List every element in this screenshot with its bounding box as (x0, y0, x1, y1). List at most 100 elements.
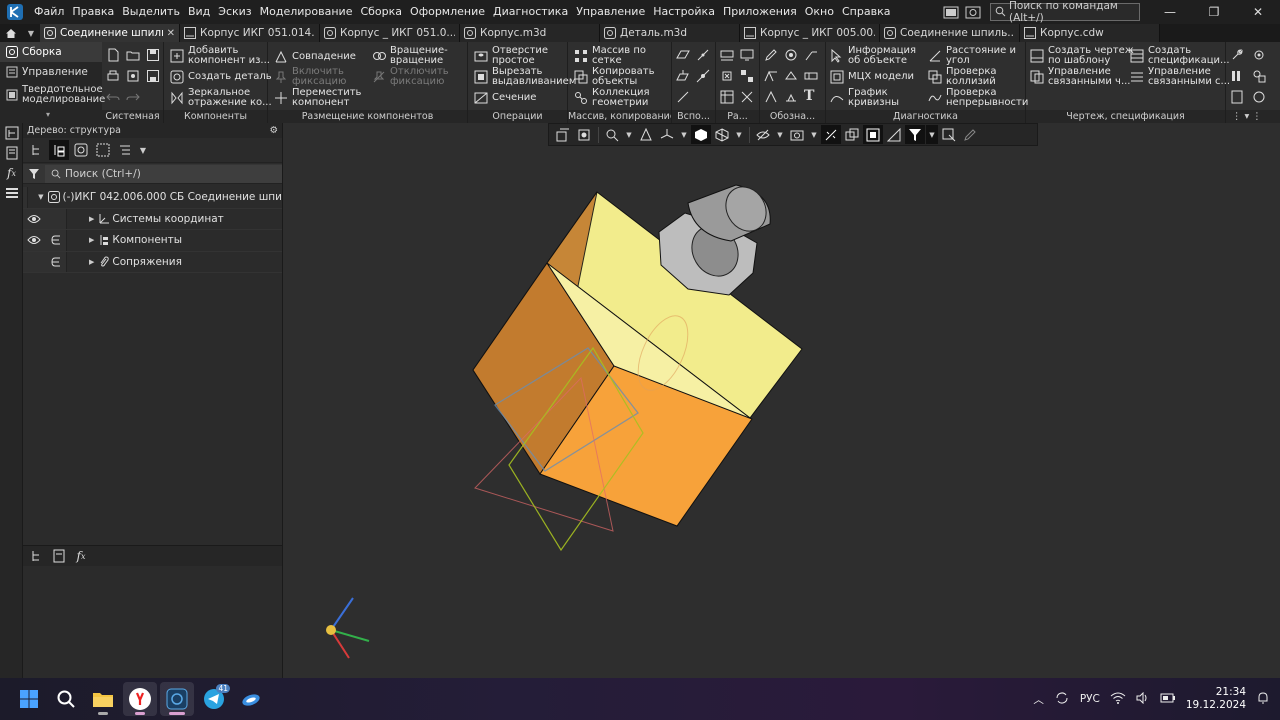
screenshot-icon[interactable] (964, 4, 982, 20)
menu-sketch[interactable]: Эскиз (214, 0, 255, 24)
layout-icon[interactable] (942, 4, 960, 20)
report-icon[interactable] (1230, 90, 1244, 104)
maximize-button[interactable]: ❐ (1192, 0, 1236, 24)
tree-search-input[interactable]: Поиск (Ctrl+/) (45, 164, 282, 183)
menu-file[interactable]: Файл (30, 0, 68, 24)
simple-hole-button[interactable]: Отверстие простое (474, 46, 548, 66)
home-icon[interactable] (0, 24, 22, 42)
expand-arrow-icon[interactable]: ▶ (89, 236, 94, 244)
variables-icon[interactable] (1252, 69, 1266, 83)
tree-view-mode-icon[interactable] (115, 140, 135, 160)
add-component-button[interactable]: Добавить компонент из... (170, 46, 270, 66)
attributes-icon[interactable] (1252, 90, 1266, 104)
tab-document-8[interactable]: Корпус.cdw (1020, 24, 1160, 42)
pattern-icon[interactable] (740, 90, 754, 104)
base-icon[interactable] (784, 69, 798, 83)
ribbon-collapse-icon[interactable]: ▾ (46, 110, 50, 119)
line-icon[interactable] (676, 90, 690, 104)
ribbon-options-icon[interactable]: ⋮ ▾ ⋮ (1226, 110, 1280, 123)
undo-icon[interactable] (106, 90, 120, 104)
tree-row-components[interactable]: ▶ Компоненты (23, 230, 282, 252)
yandex-browser-button[interactable] (123, 682, 157, 716)
tree-view-dropdown-icon[interactable]: ▼ (137, 140, 149, 160)
kompas-logo-icon[interactable] (4, 2, 26, 22)
library-icon[interactable] (1230, 69, 1244, 83)
wrench-icon[interactable] (1230, 48, 1244, 62)
tolerance-icon[interactable] (804, 69, 818, 83)
new-file-icon[interactable] (106, 48, 120, 62)
sync-icon[interactable] (1054, 690, 1070, 709)
tree-filter-components-icon[interactable] (71, 140, 91, 160)
tab-document-3[interactable]: Корпус _ ИКГ 051.0... (320, 24, 460, 42)
tree-row-coordinate-systems[interactable]: ▶ Системы координат (23, 208, 282, 230)
object-info-button[interactable]: Информация об объекте (830, 46, 916, 66)
filter-icon[interactable] (23, 168, 45, 180)
mode-manage[interactable]: Управление (0, 62, 102, 82)
create-specification-button[interactable]: Создать спецификаци... (1130, 46, 1230, 66)
copy-objects-button[interactable]: Копировать объекты (574, 67, 654, 87)
start-button[interactable] (12, 682, 46, 716)
manage-linked-drawings-button[interactable]: Управление связанными ч... (1030, 67, 1131, 87)
mark-icon[interactable] (764, 90, 778, 104)
variables-tab-icon[interactable]: fx (71, 546, 91, 566)
tree-node[interactable]: ▶ Сопряжения (67, 256, 182, 268)
nut-and-stud[interactable] (658, 180, 774, 296)
expand-arrow-icon[interactable]: ▼ (38, 193, 43, 201)
tab-document-4[interactable]: Корпус.m3d (460, 24, 600, 42)
menu-help[interactable]: Справка (838, 0, 894, 24)
collision-check-button[interactable]: Проверка коллизий (928, 67, 997, 87)
tree-root-node[interactable]: ▼ (-)ИКГ 042.006.000 СБ Соединение шпи (28, 191, 282, 204)
tab-close-icon[interactable]: ✕ (167, 28, 175, 39)
wifi-icon[interactable] (1110, 692, 1126, 707)
create-part-button[interactable]: Создать деталь (170, 70, 272, 84)
monitor-icon[interactable] (740, 48, 754, 62)
command-search-input[interactable]: Поиск по командам (Alt+/) (990, 0, 1140, 24)
expand-arrow-icon[interactable]: ▶ (89, 215, 94, 223)
save-all-icon[interactable] (146, 69, 160, 83)
layers-icon[interactable] (0, 183, 23, 203)
continuity-check-button[interactable]: Проверка непрерывности (928, 88, 1028, 108)
disable-fix-button[interactable]: Отключить фиксацию (372, 67, 449, 87)
extrude-cut-button[interactable]: Вырезать выдавливанием (474, 67, 576, 87)
tree-panel-toggle-icon[interactable] (0, 123, 23, 143)
config-icon[interactable] (1252, 48, 1266, 62)
offset-plane-icon[interactable] (676, 69, 690, 83)
kompas-taskbar-button[interactable] (160, 682, 194, 716)
include-in-calc-icon[interactable] (45, 230, 67, 251)
distance-angle-button[interactable]: Расстояние и угол (928, 46, 1016, 66)
tray-expand-icon[interactable]: ︿ (1033, 692, 1044, 707)
geometry-collection-button[interactable]: Коллекция геометрии (574, 88, 650, 108)
mode-solid-modeling[interactable]: Твердотельное моделирование (0, 82, 105, 108)
section-button[interactable]: Сечение (474, 91, 536, 105)
3d-viewport[interactable]: ▼ ▼ ▼ ▼ ▼ ▼ (283, 123, 1280, 678)
axis-icon[interactable] (696, 48, 710, 62)
tree-root-row[interactable]: ▼ (-)ИКГ 042.006.000 СБ Соединение шпи (23, 187, 282, 209)
volume-icon[interactable] (1136, 691, 1150, 707)
manage-linked-specs-button[interactable]: Управление связанными с... (1130, 67, 1230, 87)
menu-settings[interactable]: Настройка (649, 0, 719, 24)
close-button[interactable]: ✕ (1236, 0, 1280, 24)
pencil-icon[interactable] (764, 48, 778, 62)
save-icon[interactable] (146, 48, 160, 62)
tree-node[interactable]: ▶ Системы координат (67, 213, 224, 225)
grid-array-button[interactable]: Массив по сетке (574, 46, 646, 66)
file-explorer-button[interactable] (86, 682, 120, 716)
clock[interactable]: 21:34 19.12.2024 (1186, 686, 1246, 712)
battery-icon[interactable] (1160, 692, 1176, 707)
mass-properties-button[interactable]: МЦХ модели (830, 70, 914, 84)
weld-icon[interactable] (784, 90, 798, 104)
curvature-graph-button[interactable]: График кривизны (830, 88, 899, 108)
menu-apps[interactable]: Приложения (719, 0, 801, 24)
gear-icon[interactable]: ⚙ (269, 123, 278, 138)
print-icon[interactable] (106, 69, 120, 83)
coincidence-button[interactable]: Совпадение (274, 50, 356, 64)
table-icon[interactable] (720, 90, 734, 104)
properties-icon[interactable] (126, 69, 140, 83)
menu-assembly[interactable]: Сборка (356, 0, 406, 24)
redo-icon[interactable] (126, 90, 140, 104)
tree-select-icon[interactable] (93, 140, 113, 160)
plane-icon[interactable] (676, 48, 690, 62)
stamp-icon[interactable] (720, 69, 734, 83)
move-component-button[interactable]: Переместить компонент (274, 88, 361, 108)
roughness-icon[interactable] (764, 69, 778, 83)
